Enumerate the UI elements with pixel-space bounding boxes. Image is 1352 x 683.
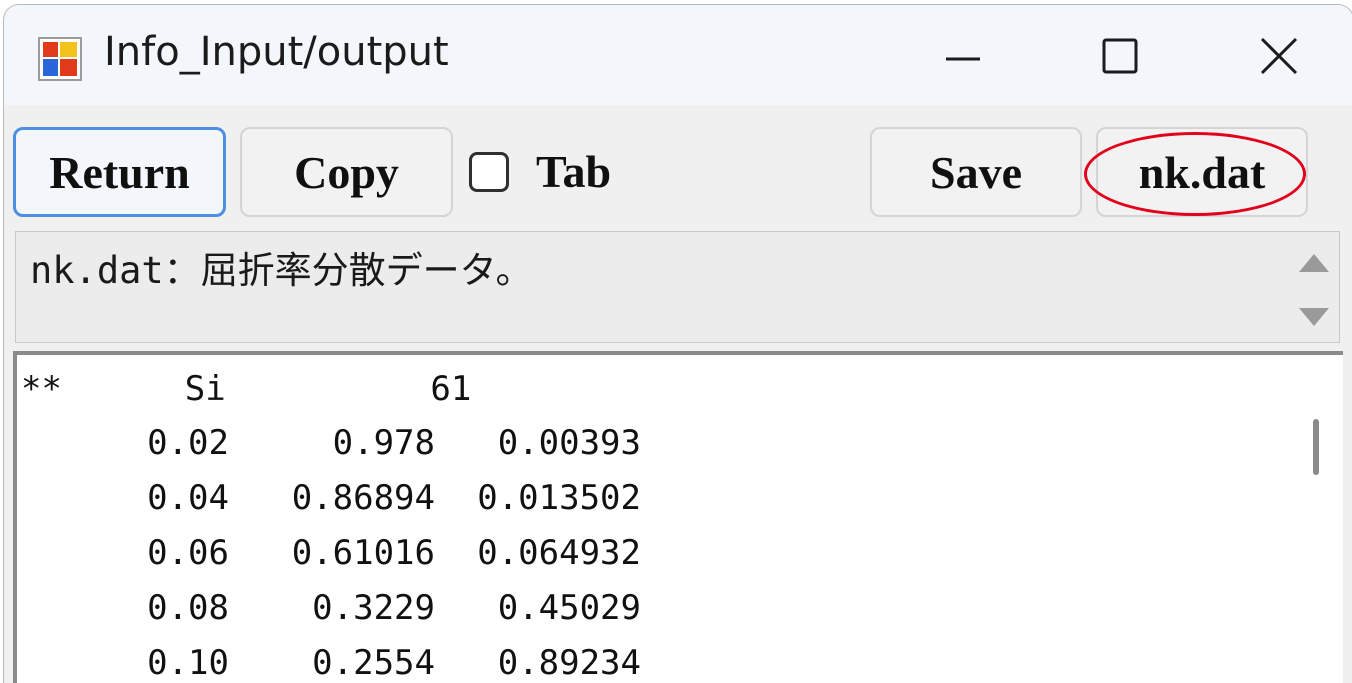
- tab-checkbox[interactable]: [469, 152, 509, 192]
- return-button[interactable]: Return: [13, 127, 226, 217]
- close-icon: [1260, 37, 1298, 75]
- title-bar[interactable]: Info_Input/output: [4, 5, 1352, 105]
- copy-button[interactable]: Copy: [240, 127, 453, 217]
- close-button[interactable]: [1216, 15, 1336, 105]
- wavelength-cell: 0.08: [147, 588, 229, 628]
- k-cell: 0.89234: [497, 643, 641, 683]
- output-scrollbar[interactable]: [1291, 355, 1343, 683]
- k-cell: 0.45029: [497, 588, 641, 628]
- app-icon: [38, 37, 82, 81]
- nk-dat-button[interactable]: nk.dat: [1096, 127, 1308, 217]
- scroll-down-icon[interactable]: [1299, 308, 1329, 326]
- scroll-up-icon[interactable]: [1299, 254, 1329, 272]
- k-cell: 0.064932: [477, 533, 641, 573]
- n-cell: 0.86894: [291, 478, 435, 518]
- info-text: nk.dat：屈折率分散データ。: [30, 249, 533, 292]
- wavelength-cell: 0.10: [147, 643, 229, 683]
- k-cell: 0.00393: [497, 423, 641, 463]
- tab-checkbox-label[interactable]: Tab: [536, 145, 611, 198]
- k-cell: 0.013502: [477, 478, 641, 518]
- minimize-button[interactable]: [902, 15, 1022, 105]
- wavelength-cell: 0.04: [147, 478, 229, 518]
- minimize-icon: [946, 57, 980, 61]
- n-cell: 0.2554: [312, 643, 435, 683]
- window-title: Info_Input/output: [104, 29, 449, 75]
- info-textbox[interactable]: nk.dat：屈折率分散データ。: [15, 231, 1340, 343]
- info-scrollbar[interactable]: [1285, 234, 1337, 340]
- n-cell: 0.3229: [312, 588, 435, 628]
- app-window: Info_Input/output Return Copy Tab Save n…: [3, 4, 1352, 683]
- output-textbox[interactable]: ** Si 61 0.02 0.978 0.00393 0.04 0.86894…: [13, 351, 1343, 683]
- n-cell: 0.61016: [291, 533, 435, 573]
- scroll-thumb[interactable]: [1313, 419, 1319, 475]
- save-button[interactable]: Save: [870, 127, 1082, 217]
- output-header-line: ** Si 61: [21, 369, 472, 409]
- wavelength-cell: 0.02: [147, 423, 229, 463]
- wavelength-cell: 0.06: [147, 533, 229, 573]
- maximize-button[interactable]: [1058, 15, 1178, 105]
- n-cell: 0.978: [332, 423, 435, 463]
- maximize-icon: [1102, 38, 1138, 74]
